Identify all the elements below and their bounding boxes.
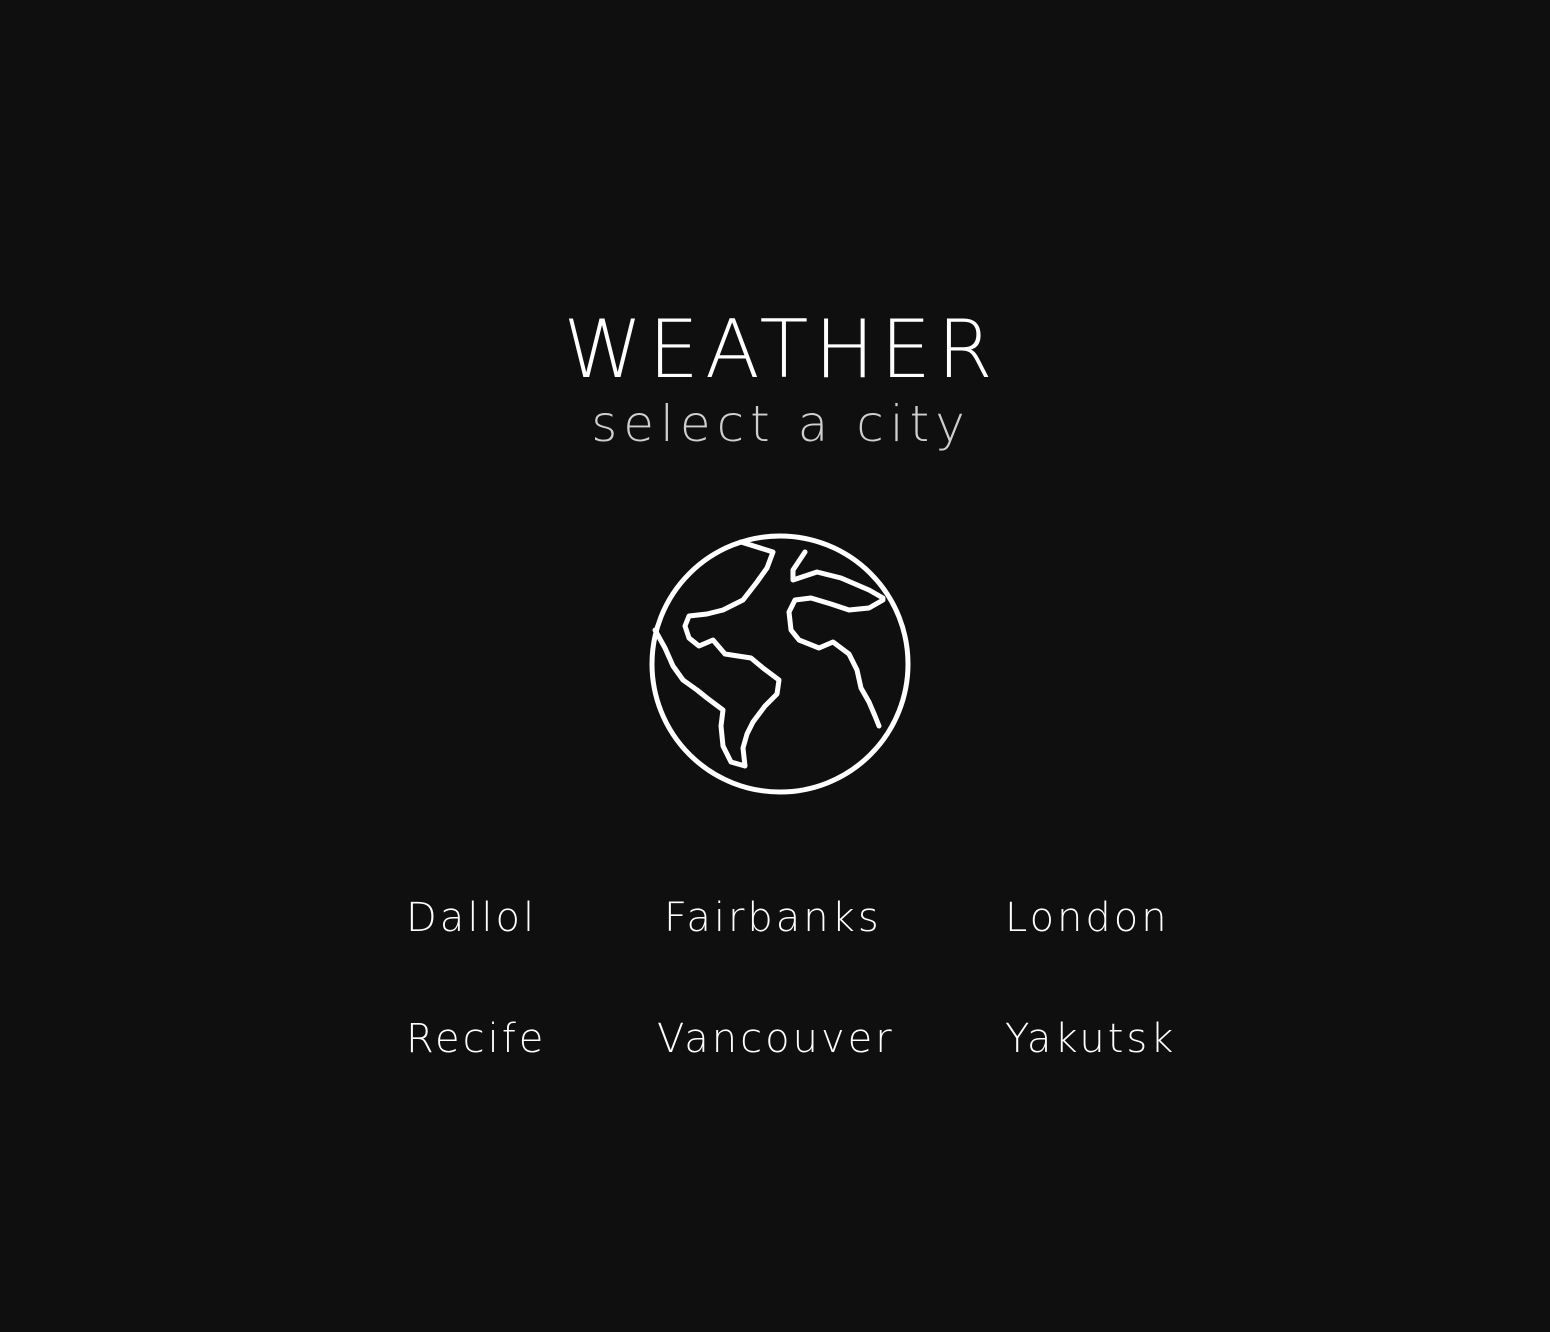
city-london-link[interactable]: London: [1005, 894, 1170, 942]
city-fairbanks-link[interactable]: Fairbanks: [664, 894, 882, 942]
city-recife-link[interactable]: Recife: [406, 1015, 546, 1063]
page-title: WEATHER: [563, 303, 999, 396]
globe-icon: [643, 530, 917, 798]
city-yakutsk-link[interactable]: Yakutsk: [1005, 1015, 1176, 1063]
city-vancouver-link[interactable]: Vancouver: [657, 1015, 895, 1063]
page-subtitle: select a city: [591, 395, 971, 453]
city-dallol-link[interactable]: Dallol: [406, 894, 537, 942]
